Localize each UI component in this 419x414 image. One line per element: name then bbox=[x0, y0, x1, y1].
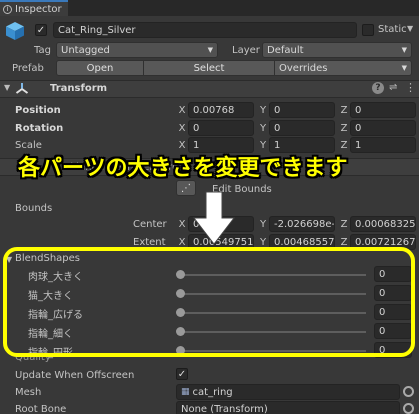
preset-icon[interactable]: ⇌ bbox=[389, 82, 397, 93]
center-z-value: 0.00068325 bbox=[355, 218, 416, 230]
axis-z-label: Z bbox=[340, 105, 348, 116]
axis-z-label: Z bbox=[340, 219, 348, 230]
scale-y-value: 1 bbox=[274, 139, 281, 151]
active-checkbox[interactable]: ✓ bbox=[35, 24, 47, 36]
rotation-x-value: 0 bbox=[193, 122, 200, 134]
tag-label: Tag bbox=[34, 45, 51, 56]
highlight-frame bbox=[3, 247, 415, 357]
root-bone-label: Root Bone bbox=[15, 404, 67, 414]
tag-value: Untagged bbox=[61, 44, 110, 56]
axis-x-label: X bbox=[178, 105, 186, 116]
bounds-label: Bounds bbox=[15, 203, 53, 214]
scale-z-field[interactable]: 1 bbox=[350, 137, 416, 153]
prefab-label: Prefab bbox=[12, 63, 44, 74]
rotation-y-field[interactable]: 0 bbox=[269, 120, 335, 136]
context-menu-icon[interactable]: ⋮ bbox=[405, 81, 416, 94]
static-dropdown-icon[interactable]: ▼ bbox=[407, 24, 413, 33]
update-offscreen-label: Update When Offscreen bbox=[15, 370, 135, 381]
rotation-x-field[interactable]: 0 bbox=[188, 120, 254, 136]
tab-bar: i Inspector bbox=[0, 0, 419, 16]
scale-x-value: 1 bbox=[193, 139, 200, 151]
rotation-y-value: 0 bbox=[274, 122, 281, 134]
transform-icon bbox=[15, 82, 29, 96]
extent-y-value: 0.00468557 bbox=[274, 236, 335, 248]
position-y-field[interactable]: 0 bbox=[269, 102, 335, 118]
axis-z-label: Z bbox=[340, 123, 348, 134]
down-arrow-annotation bbox=[192, 190, 236, 246]
static-checkbox[interactable] bbox=[362, 24, 374, 36]
layer-label: Layer bbox=[232, 45, 260, 56]
mesh-value: cat_ring bbox=[192, 386, 233, 398]
center-y-field[interactable]: -2.026698e- bbox=[269, 216, 335, 232]
gameobject-icon bbox=[4, 20, 26, 42]
help-icon[interactable]: ? bbox=[372, 82, 384, 94]
tab-inspector-label: Inspector bbox=[15, 3, 62, 15]
scale-z-value: 1 bbox=[355, 139, 362, 151]
annotation-text: 各パーツの大きさを変更できます bbox=[18, 156, 348, 181]
object-name-field[interactable]: Cat_Ring_Silver bbox=[53, 22, 357, 38]
center-y-value: -2.026698e- bbox=[274, 218, 335, 230]
layer-value: Default bbox=[267, 44, 304, 56]
foldout-arrow-icon[interactable]: ▼ bbox=[4, 83, 10, 92]
rotation-label: Rotation bbox=[15, 123, 64, 134]
axis-x-label: X bbox=[178, 219, 186, 230]
rotation-z-field[interactable]: 0 bbox=[350, 120, 416, 136]
center-z-field[interactable]: 0.00068325 bbox=[350, 216, 416, 232]
update-offscreen-checkbox[interactable]: ✓ bbox=[176, 368, 188, 380]
mesh-field[interactable]: ▦ cat_ring bbox=[176, 384, 400, 400]
extent-z-value: 0.00721267 bbox=[355, 236, 416, 248]
rotation-z-value: 0 bbox=[355, 122, 362, 134]
transform-title: Transform bbox=[50, 83, 108, 94]
position-x-field[interactable]: 0.00768 bbox=[188, 102, 254, 118]
root-bone-value: None (Transform) bbox=[181, 403, 268, 414]
static-label: Static bbox=[378, 24, 407, 35]
tag-dropdown[interactable]: Untagged ▼ bbox=[56, 42, 218, 58]
axis-y-label: Y bbox=[259, 105, 267, 116]
center-label: Center bbox=[133, 219, 167, 230]
mesh-picker-icon[interactable] bbox=[403, 386, 414, 397]
object-name: Cat_Ring_Silver bbox=[58, 24, 136, 36]
root-bone-field[interactable]: None (Transform) bbox=[176, 401, 400, 414]
position-z-value: 0 bbox=[355, 104, 362, 116]
chevron-down-icon: ▼ bbox=[207, 46, 213, 54]
overrides-label: Overrides bbox=[279, 62, 328, 74]
chevron-down-icon: ▼ bbox=[401, 64, 407, 72]
chevron-down-icon: ▼ bbox=[401, 46, 407, 54]
mesh-icon: ▦ bbox=[181, 387, 190, 397]
position-y-value: 0 bbox=[274, 104, 281, 116]
info-icon: i bbox=[3, 4, 12, 14]
layer-dropdown[interactable]: Default ▼ bbox=[262, 42, 412, 58]
edit-bounds-icon: ⋰ bbox=[181, 182, 191, 194]
position-x-value: 0.00768 bbox=[193, 104, 235, 116]
prefab-select-button[interactable]: Select bbox=[143, 60, 275, 76]
axis-x-label: X bbox=[178, 123, 186, 134]
prefab-overrides-dropdown[interactable]: Overrides ▼ bbox=[274, 60, 412, 76]
position-z-field[interactable]: 0 bbox=[350, 102, 416, 118]
root-bone-picker-icon[interactable] bbox=[403, 403, 414, 414]
position-label: Position bbox=[15, 105, 61, 116]
mesh-label: Mesh bbox=[15, 387, 42, 398]
tab-inspector[interactable]: i Inspector bbox=[0, 0, 68, 16]
prefab-open-button[interactable]: Open bbox=[56, 60, 144, 76]
axis-y-label: Y bbox=[259, 219, 267, 230]
axis-y-label: Y bbox=[259, 123, 267, 134]
